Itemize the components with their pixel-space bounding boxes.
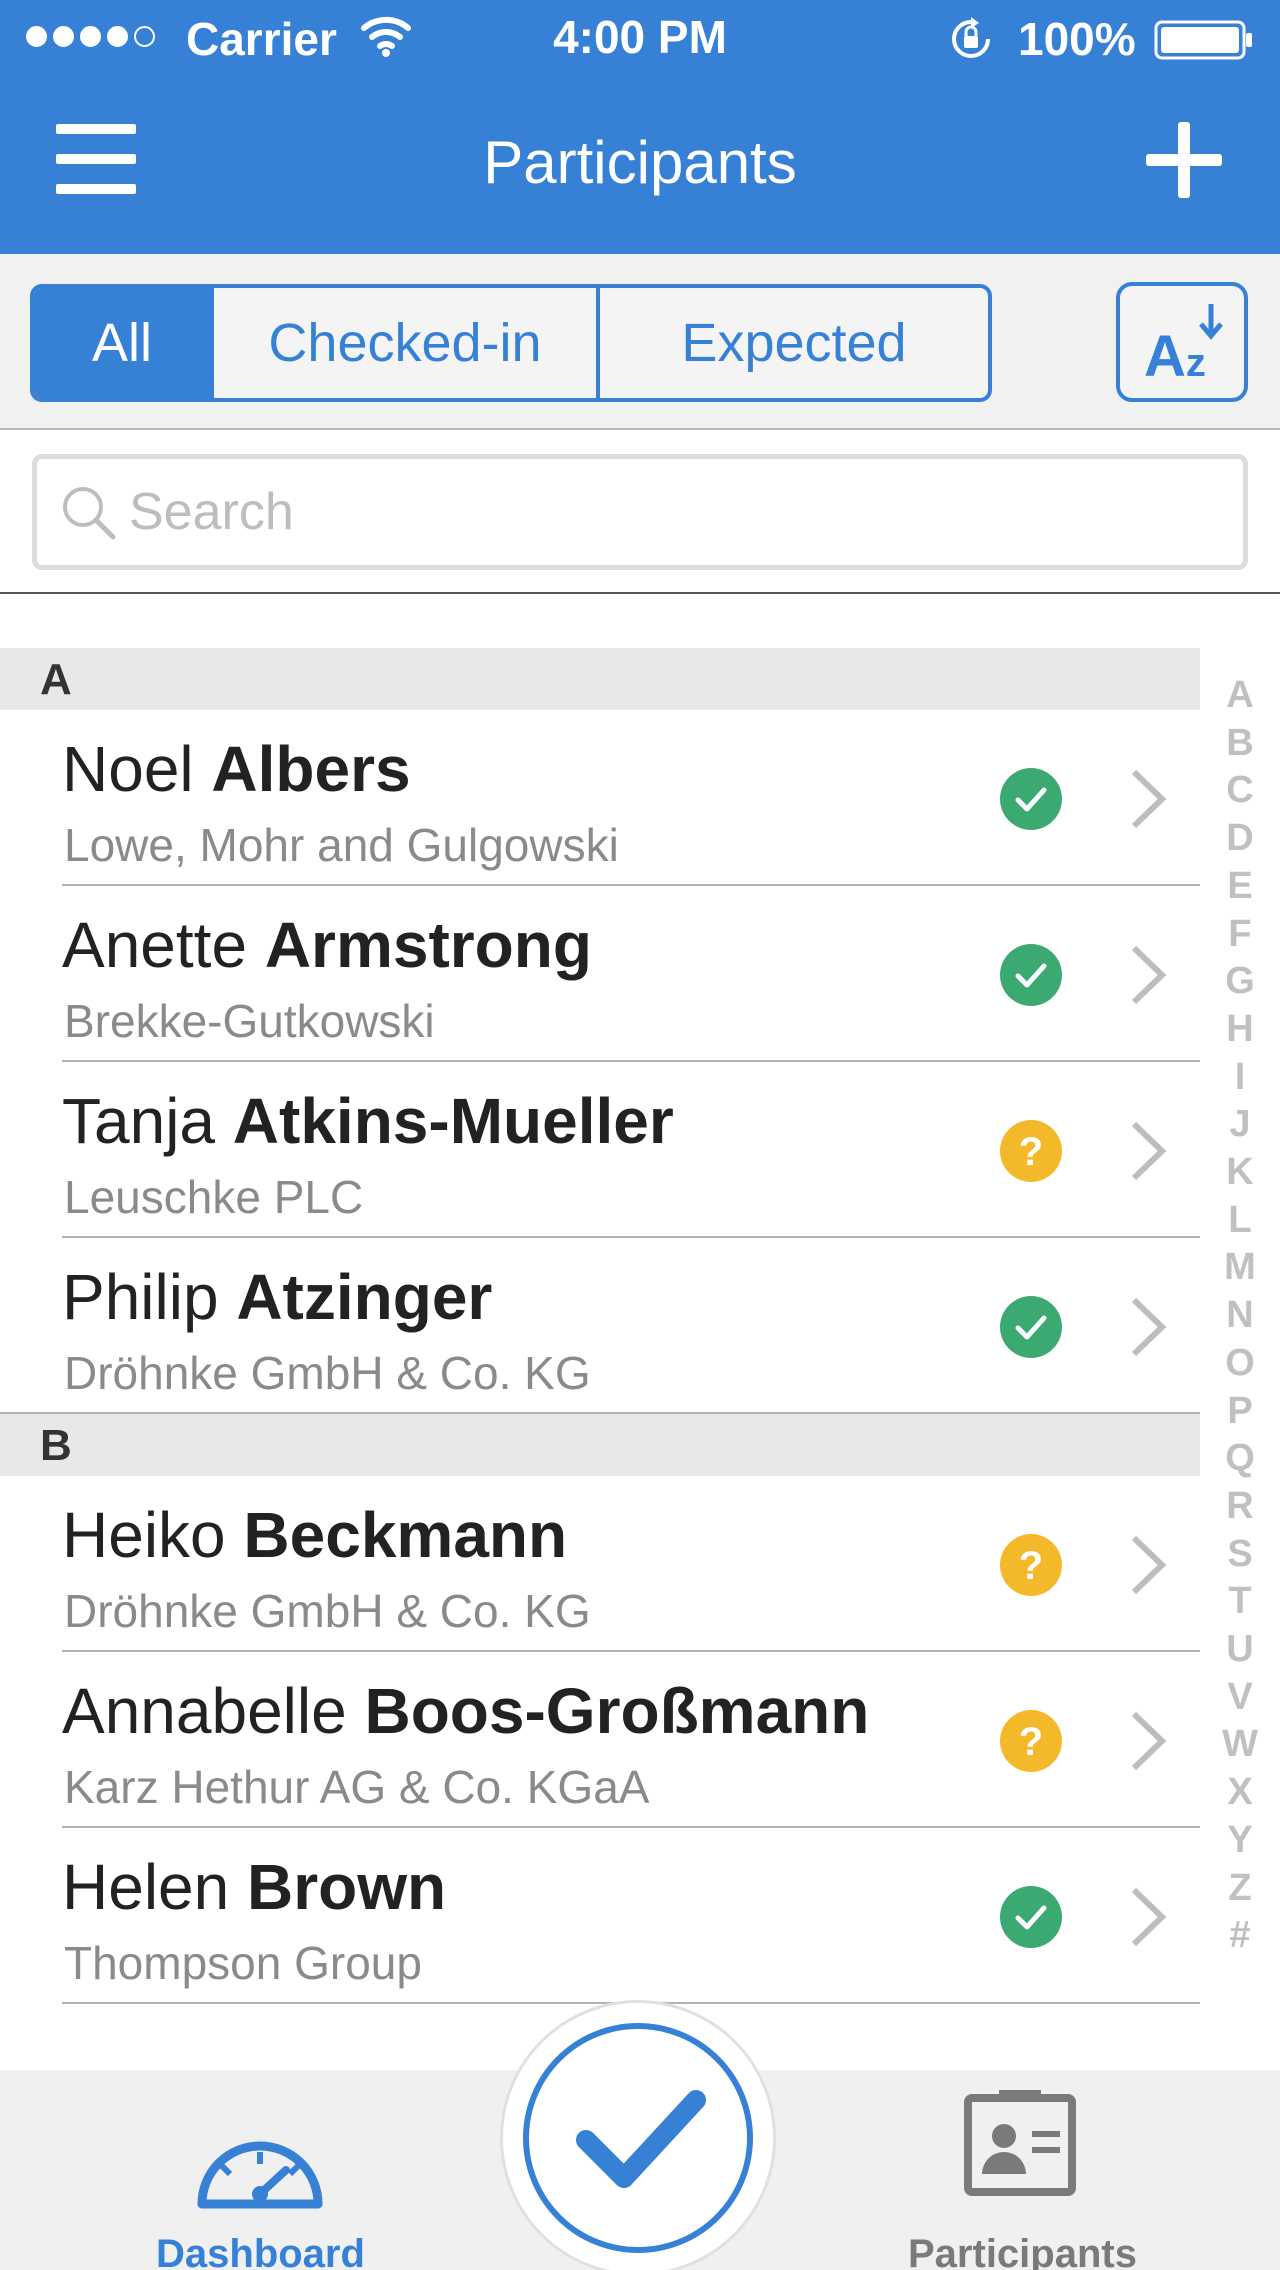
participant-name: Noel Albers [62,733,411,805]
id-card-icon [964,2090,1076,2196]
index-letter[interactable]: K [1226,1149,1253,1197]
tab-participants-label: Participants [908,2232,1137,2270]
orientation-lock-icon [952,17,990,58]
participant-row[interactable]: Philip Atzinger Dröhnke GmbH & Co. KG [0,1238,1200,1414]
svg-text:?: ? [1019,1720,1043,1764]
index-letter[interactable]: H [1226,1006,1253,1054]
participant-company: Brekke-Gutkowski [64,995,435,1047]
speedometer-icon [197,2141,323,2209]
checked-in-status-icon [1000,1886,1062,1948]
index-letter[interactable]: D [1226,815,1253,863]
chevron-right-icon [1131,769,1167,829]
index-letter[interactable]: G [1225,958,1255,1006]
index-letter[interactable]: T [1228,1578,1251,1626]
participant-name: Annabelle Boos-Großmann [62,1675,870,1747]
participant-list: A Noel Albers Lowe, Mohr and Gulgowski A… [0,648,1200,2004]
page-title: Participants [483,129,797,196]
index-letter[interactable]: W [1222,1721,1258,1769]
index-letter[interactable]: C [1226,767,1253,815]
chevron-right-icon [1131,945,1167,1005]
chevron-right-icon [1131,1887,1167,1947]
participant-name: Heiko Beckmann [62,1499,568,1571]
tab-dashboard-label: Dashboard [156,2232,365,2270]
participant-row[interactable]: Helen Brown Thompson Group [0,1828,1200,2004]
index-letter[interactable]: O [1225,1340,1255,1388]
filter-expected-segment[interactable]: Expected [596,288,988,398]
battery-icon [1154,20,1252,60]
expected-status-icon: ? [1000,1710,1062,1772]
participant-row[interactable]: Tanja Atkins-Mueller Leuschke PLC ? [0,1062,1200,1238]
chevron-right-icon [1131,1711,1167,1771]
index-letter[interactable]: R [1226,1483,1253,1531]
status-filter-segmented-control: All Checked-in Expected [30,284,992,402]
status-bar: Carrier 4:00 PM 100% [0,0,1280,76]
search-input[interactable] [129,477,1209,547]
index-letter[interactable]: P [1227,1388,1252,1436]
index-letter[interactable]: I [1235,1054,1246,1102]
index-letter[interactable]: L [1228,1197,1251,1245]
index-letter[interactable]: X [1227,1769,1252,1817]
expected-status-icon: ? [1000,1534,1062,1596]
participant-row[interactable]: Anette Armstrong Brekke-Gutkowski [0,886,1200,1062]
check-in-button[interactable] [500,2000,776,2270]
index-letter[interactable]: # [1229,1912,1250,1960]
checked-in-status-icon [1000,768,1062,830]
index-letter[interactable]: Q [1225,1435,1255,1483]
index-letter[interactable]: J [1229,1101,1250,1149]
participant-row[interactable]: Noel Albers Lowe, Mohr and Gulgowski [0,710,1200,886]
expected-status-icon: ? [1000,1120,1062,1182]
add-participant-button[interactable] [1146,122,1222,198]
battery-percent: 100% [1018,13,1136,65]
chevron-right-icon [1131,1535,1167,1595]
navigation-bar: Participants [0,76,1280,254]
index-letter[interactable]: S [1227,1531,1252,1579]
checked-in-status-icon [1000,1296,1062,1358]
participant-company: Leuschke PLC [64,1171,364,1223]
participant-row[interactable]: Heiko Beckmann Dröhnke GmbH & Co. KG ? [0,1476,1200,1652]
index-letter[interactable]: Y [1227,1817,1252,1865]
participant-row[interactable]: Annabelle Boos-Großmann Karz Hethur AG &… [0,1652,1200,1828]
search-bar [0,430,1280,594]
checked-in-status-icon [1000,944,1062,1006]
participant-company: Lowe, Mohr and Gulgowski [64,819,619,871]
chevron-right-icon [1131,1121,1167,1181]
svg-text:?: ? [1019,1130,1043,1174]
index-letter[interactable]: A [1226,672,1253,720]
participant-name: Philip Atzinger [62,1261,493,1333]
sort-down-arrow-icon [1199,304,1223,340]
participant-name: Helen Brown [62,1851,447,1923]
index-letter[interactable]: N [1226,1292,1253,1340]
search-icon [63,487,116,540]
section-header-a: A [0,648,1200,710]
participant-company: Dröhnke GmbH & Co. KG [64,1347,591,1399]
checkmark-icon [576,2090,706,2188]
participant-company: Thompson Group [64,1937,422,1989]
filter-bar: All Checked-in Expected Az [0,254,1280,430]
index-letter[interactable]: M [1224,1244,1256,1292]
filter-checked-in-segment[interactable]: Checked-in [210,288,596,398]
sort-az-button[interactable]: Az [1116,282,1248,402]
search-box[interactable] [32,454,1248,570]
index-letter[interactable]: F [1228,911,1251,959]
participant-company: Karz Hethur AG & Co. KGaA [64,1761,650,1813]
participant-name: Tanja Atkins-Mueller [62,1085,674,1157]
index-letter[interactable]: Z [1228,1865,1251,1913]
app-header: Carrier 4:00 PM 100% Participants [0,0,1280,254]
index-letter[interactable]: U [1226,1626,1253,1674]
index-letter[interactable]: B [1226,720,1253,768]
chevron-right-icon [1131,1297,1167,1357]
alphabet-index: A B C D E F G H I J K L M N O P Q R S T … [1200,672,1280,1960]
svg-text:?: ? [1019,1544,1043,1588]
index-letter[interactable]: V [1227,1674,1252,1722]
participant-company: Dröhnke GmbH & Co. KG [64,1585,591,1637]
filter-all-segment[interactable]: All [34,288,210,398]
section-header-b: B [0,1414,1200,1476]
participant-name: Anette Armstrong [62,909,592,981]
index-letter[interactable]: E [1227,863,1252,911]
